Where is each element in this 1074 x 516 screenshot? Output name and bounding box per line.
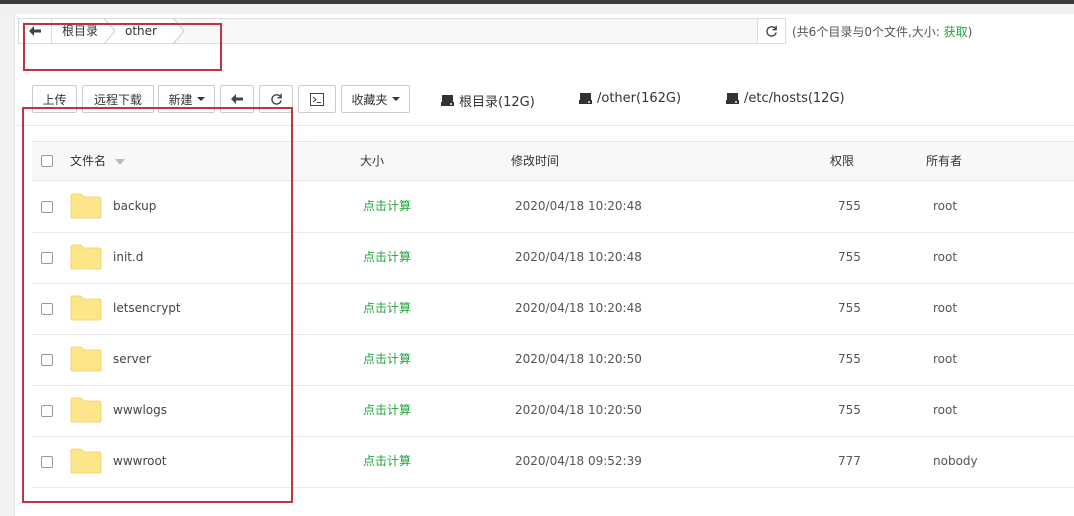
favorites-label: 收藏夹 xyxy=(351,92,388,107)
owner[interactable]: root xyxy=(933,385,957,436)
size-calc-link[interactable]: 点击计算 xyxy=(363,181,411,232)
size-calc-link[interactable]: 点击计算 xyxy=(363,283,411,334)
table-row[interactable]: init.d 点击计算 2020/04/18 10:20:48 755 root xyxy=(32,232,1074,284)
hdd-icon xyxy=(579,93,592,104)
upload-button[interactable]: 上传 xyxy=(32,85,77,113)
disk-root-label: 根目录(12G) xyxy=(459,95,535,110)
owner[interactable]: nobody xyxy=(933,436,978,487)
folder-icon xyxy=(70,346,102,372)
breadcrumb-other-label: other xyxy=(125,24,157,38)
summary-text: (共6个目录与0个文件,大小: xyxy=(792,25,944,39)
chevron-down-icon xyxy=(391,97,400,101)
path-bar[interactable]: 根目录 other xyxy=(18,18,758,44)
favorites-button[interactable]: 收藏夹 xyxy=(341,85,410,113)
path-back-button[interactable] xyxy=(19,19,52,43)
row-checkbox[interactable] xyxy=(41,303,53,315)
window-top-dark-bar xyxy=(0,0,1074,4)
size-calc-link[interactable]: 点击计算 xyxy=(363,334,411,385)
remote-download-label: 远程下载 xyxy=(93,92,142,107)
back-button[interactable] xyxy=(220,85,254,113)
table-row[interactable]: wwwroot 点击计算 2020/04/18 09:52:39 777 nobody xyxy=(32,436,1074,488)
window-top-strip xyxy=(0,0,1074,14)
modified-time: 2020/04/18 10:20:50 xyxy=(515,403,642,417)
breadcrumb-end-icon xyxy=(173,18,185,44)
folder-icon xyxy=(70,244,102,270)
table-row[interactable]: letsencrypt 点击计算 2020/04/18 10:20:48 755 roo… xyxy=(32,283,1074,335)
hdd-icon xyxy=(441,95,454,106)
disk-other[interactable]: /other(162G) xyxy=(579,91,681,106)
row-checkbox[interactable] xyxy=(41,201,53,213)
table-row[interactable]: server 点击计算 2020/04/18 10:20:50 755 root xyxy=(32,334,1074,386)
chevron-down-icon xyxy=(196,97,205,101)
permission[interactable]: 755 xyxy=(838,283,861,334)
disk-etc-hosts-label: /etc/hosts(12G) xyxy=(744,91,845,106)
get-size-link[interactable]: 获取 xyxy=(944,25,968,39)
refresh-button[interactable] xyxy=(259,85,293,113)
row-checkbox[interactable] xyxy=(41,456,53,468)
terminal-icon xyxy=(310,92,324,106)
hdd-icon xyxy=(726,93,739,104)
header-size[interactable]: 大小 xyxy=(360,142,384,180)
file-name[interactable]: backup xyxy=(113,181,156,232)
folder-icon xyxy=(70,448,102,474)
header-owner[interactable]: 所有者 xyxy=(926,142,962,180)
size-calc-link[interactable]: 点击计算 xyxy=(363,232,411,283)
folder-icon xyxy=(70,193,102,219)
modified-time: 2020/04/18 10:20:50 xyxy=(515,352,642,366)
file-name[interactable]: init.d xyxy=(113,232,143,283)
disk-etc-hosts[interactable]: /etc/hosts(12G) xyxy=(726,91,845,106)
upload-button-label: 上传 xyxy=(42,92,67,107)
modified-time: 2020/04/18 10:20:48 xyxy=(515,301,642,315)
select-all-checkbox[interactable] xyxy=(41,155,53,167)
terminal-button[interactable] xyxy=(298,85,336,113)
table-row[interactable]: backup 点击计算 2020/04/18 10:20:48 755 root xyxy=(32,181,1074,233)
row-checkbox[interactable] xyxy=(41,354,53,366)
header-mtime[interactable]: 修改时间 xyxy=(511,142,559,180)
refresh-icon xyxy=(270,93,282,105)
arrow-left-icon xyxy=(29,26,41,36)
remote-download-button[interactable]: 远程下载 xyxy=(82,85,154,113)
table-header: 文件名 大小 修改时间 权限 所有者 xyxy=(32,141,1074,181)
size-calc-link[interactable]: 点击计算 xyxy=(363,436,411,487)
size-calc-link[interactable]: 点击计算 xyxy=(363,385,411,436)
table-row[interactable]: wwwlogs 点击计算 2020/04/18 10:20:50 755 root xyxy=(32,385,1074,437)
path-refresh-button[interactable] xyxy=(758,18,786,44)
permission[interactable]: 755 xyxy=(838,232,861,283)
permission[interactable]: 777 xyxy=(838,436,861,487)
file-name[interactable]: wwwroot xyxy=(113,436,167,487)
new-button-label: 新建 xyxy=(168,92,193,107)
folder-icon xyxy=(70,397,102,423)
owner[interactable]: root xyxy=(933,334,957,385)
arrow-left-icon xyxy=(231,94,243,104)
header-name-label: 文件名 xyxy=(70,154,107,168)
owner[interactable]: root xyxy=(933,181,957,232)
row-checkbox[interactable] xyxy=(41,252,53,264)
owner[interactable]: root xyxy=(933,283,957,334)
summary-close: ) xyxy=(967,25,973,39)
modified-time: 2020/04/18 10:20:48 xyxy=(515,199,642,213)
disk-other-label: /other(162G) xyxy=(597,91,682,106)
refresh-icon xyxy=(766,25,777,37)
permission[interactable]: 755 xyxy=(838,385,861,436)
permission[interactable]: 755 xyxy=(838,181,861,232)
breadcrumb-item-other[interactable]: other xyxy=(115,19,173,43)
file-name[interactable]: wwwlogs xyxy=(113,385,167,436)
disk-root[interactable]: 根目录(12G) xyxy=(441,91,535,110)
directory-summary: (共6个目录与0个文件,大小: 获取) xyxy=(792,23,972,40)
owner[interactable]: root xyxy=(933,232,957,283)
breadcrumb-root-label: 根目录 xyxy=(62,24,99,38)
file-name[interactable]: letsencrypt xyxy=(113,283,181,334)
modified-time: 2020/04/18 10:20:48 xyxy=(515,250,642,264)
permission[interactable]: 755 xyxy=(838,334,861,385)
file-name[interactable]: server xyxy=(113,334,151,385)
header-name[interactable]: 文件名 xyxy=(70,142,125,180)
row-checkbox[interactable] xyxy=(41,405,53,417)
header-perm[interactable]: 权限 xyxy=(830,142,854,180)
sort-caret-icon xyxy=(114,158,125,165)
modified-time: 2020/04/18 09:52:39 xyxy=(515,454,642,468)
toolbar-divider xyxy=(14,125,1074,126)
new-button[interactable]: 新建 xyxy=(158,85,215,113)
folder-icon xyxy=(70,295,102,321)
